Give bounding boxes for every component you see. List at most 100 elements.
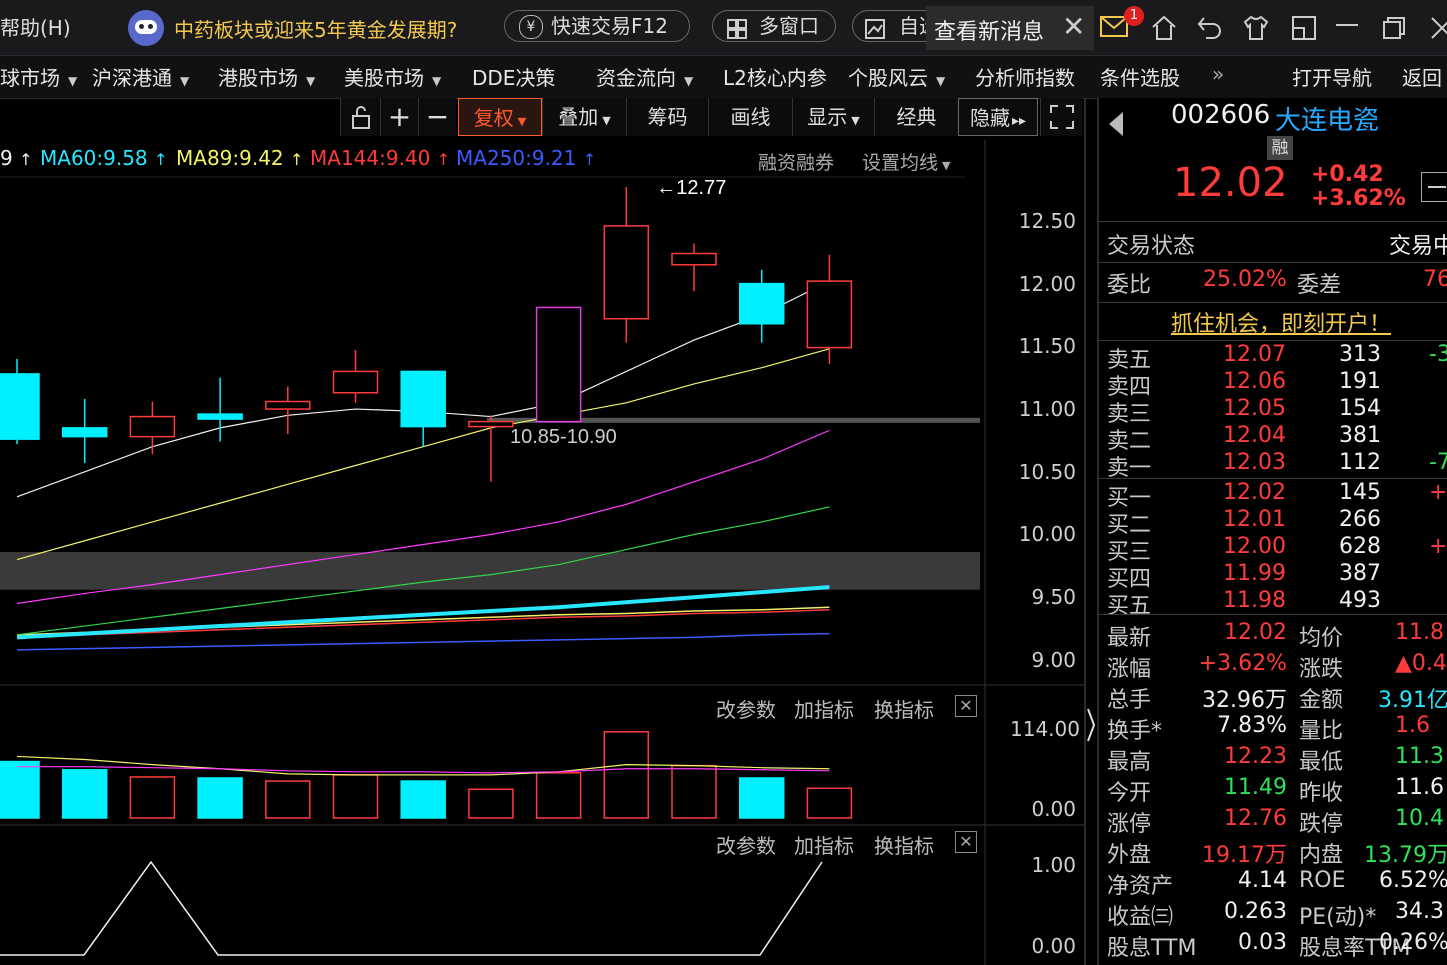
volume-bar (400, 780, 446, 819)
open-account-promo[interactable]: 抓住机会，即刻开户！ (1171, 306, 1391, 338)
menu-stock-screener[interactable]: 条件选股 (1100, 62, 1180, 91)
restore-icon[interactable] (1382, 16, 1406, 44)
stat-value: 0.26% (1379, 930, 1447, 955)
asks-level-volume: 313 (1339, 342, 1381, 367)
stat-value: 1.6 (1395, 713, 1430, 738)
status-value: 交易中 (1389, 234, 1447, 259)
candle-body (738, 282, 785, 325)
stat-label: 总手 (1107, 688, 1152, 713)
stat-label: 涨停 (1107, 812, 1152, 837)
collapse-panel-handle[interactable] (1086, 705, 1096, 745)
stat-label: 股息TTM (1107, 936, 1197, 961)
candle-body (468, 420, 514, 428)
stat-value: 11.8 (1395, 620, 1444, 645)
prev-stock-icon[interactable] (1107, 110, 1125, 142)
volume-bar (535, 772, 582, 819)
stat-value: 34.3 (1395, 899, 1444, 924)
signal-switch-indicator-link[interactable]: 换指标 (874, 830, 934, 859)
high-annotation: ←12.77 (656, 177, 726, 199)
bids-level-price: 12.02 (1223, 480, 1286, 505)
volume-bar (197, 777, 243, 819)
stat-value: 4.14 (1238, 868, 1287, 893)
volume-bar (61, 769, 108, 819)
stat-label: 金额 (1299, 688, 1344, 713)
bids-level-volume: 387 (1339, 561, 1381, 586)
stat-label: 涨跌 (1299, 657, 1344, 682)
weibi-label: 委比 (1107, 273, 1152, 298)
volume-bar (129, 776, 176, 819)
signal-axis-top: 1.00 (1031, 853, 1076, 877)
undo-icon[interactable] (1196, 14, 1224, 46)
ma250-line (16, 632, 830, 651)
volume-axis-top: 114.00 (1010, 717, 1080, 741)
stat-label: ROE (1299, 868, 1346, 893)
signal-axis-bottom: 0.00 (1031, 934, 1076, 958)
stock-name[interactable]: 大连电瓷 (1275, 100, 1379, 137)
stat-value: 7.83% (1217, 713, 1287, 738)
candlestick-chart[interactable]: ←12.77 10.85-10.90 (0, 0, 1090, 965)
status-label: 交易状态 (1107, 234, 1196, 259)
volume-bar (0, 760, 40, 819)
volume-close-icon[interactable]: ✕ (955, 695, 977, 717)
signal-params-link[interactable]: 改参数 (716, 830, 776, 859)
price-change-pct: +3.62% (1311, 186, 1406, 211)
volume-bar (265, 780, 311, 819)
asks-level-price: 12.04 (1223, 423, 1286, 448)
price-axis-tick: 10.00 (1018, 522, 1076, 547)
remove-watch-button[interactable] (1421, 172, 1447, 202)
asks-level-change: -3 (1429, 342, 1447, 367)
stat-label: 均价 (1299, 626, 1344, 651)
stat-value: 11.6 (1395, 775, 1444, 800)
gap-annotation: 10.85-10.90 (510, 426, 617, 448)
stat-label: 今开 (1107, 781, 1152, 806)
asks-level-price: 12.06 (1223, 369, 1286, 394)
volume-bar (603, 731, 650, 819)
bids-level-change: +1 (1429, 480, 1447, 505)
weicha-label: 委差 (1297, 273, 1342, 298)
asks-level-volume: 191 (1339, 369, 1381, 394)
bids-level-price: 11.98 (1223, 588, 1286, 613)
quote-panel: 002606 大连电瓷 融 12.02 +0.42 +3.62% 交易状态 交易… (1097, 98, 1447, 965)
stat-value: 12.02 (1224, 620, 1287, 645)
asks-level-volume: 154 (1339, 396, 1381, 421)
mail-badge: 1 (1124, 6, 1144, 26)
menu-back[interactable]: 返回 (1402, 62, 1442, 91)
volume-params-link[interactable]: 改参数 (716, 694, 776, 723)
volume-bar (806, 787, 853, 819)
stat-label: 收益㈢ (1107, 905, 1174, 930)
minimize-icon[interactable] (1336, 24, 1358, 26)
stat-label: 换手* (1107, 719, 1163, 744)
margin-tag: 融 (1267, 136, 1293, 160)
volume-switch-indicator-link[interactable]: 换指标 (874, 694, 934, 723)
asks-level-price: 12.05 (1223, 396, 1286, 421)
price-axis-tick: 10.50 (1018, 459, 1076, 484)
price-axis-tick: 11.00 (1018, 397, 1076, 422)
bids-level-volume: 493 (1339, 588, 1381, 613)
stat-label: 昨收 (1299, 781, 1344, 806)
weibi-value: 25.02% (1203, 267, 1287, 292)
menu-more[interactable]: » (1212, 62, 1224, 86)
stat-value: 0.03 (1238, 930, 1287, 955)
signal-close-icon[interactable]: ✕ (955, 831, 977, 853)
stat-value: 10.4 (1395, 806, 1444, 831)
home-icon[interactable] (1150, 14, 1178, 46)
shirt-icon[interactable] (1242, 14, 1270, 46)
candle-body (61, 427, 108, 438)
stat-label: PE(动)* (1299, 905, 1377, 930)
volume-add-indicator-link[interactable]: 加指标 (794, 694, 854, 723)
menu-open-nav[interactable]: 打开导航 (1292, 62, 1372, 91)
candle-body (129, 415, 176, 438)
asks-level-price: 12.03 (1223, 450, 1286, 475)
close-window-icon[interactable] (1430, 16, 1447, 44)
signal-add-indicator-link[interactable]: 加指标 (794, 830, 854, 859)
bids-level-volume: 628 (1339, 534, 1381, 559)
float-window-icon[interactable] (1290, 14, 1318, 46)
candle-body (265, 400, 311, 410)
stat-value: 32.96万 (1202, 688, 1287, 713)
stat-value: 19.17万 (1202, 843, 1287, 868)
price-axis-tick: 9.00 (1031, 647, 1076, 672)
asks-level-volume: 112 (1339, 450, 1381, 475)
stat-value: 6.52% (1379, 868, 1447, 893)
asks-level-price: 12.07 (1223, 342, 1286, 367)
support-zone (0, 552, 980, 590)
